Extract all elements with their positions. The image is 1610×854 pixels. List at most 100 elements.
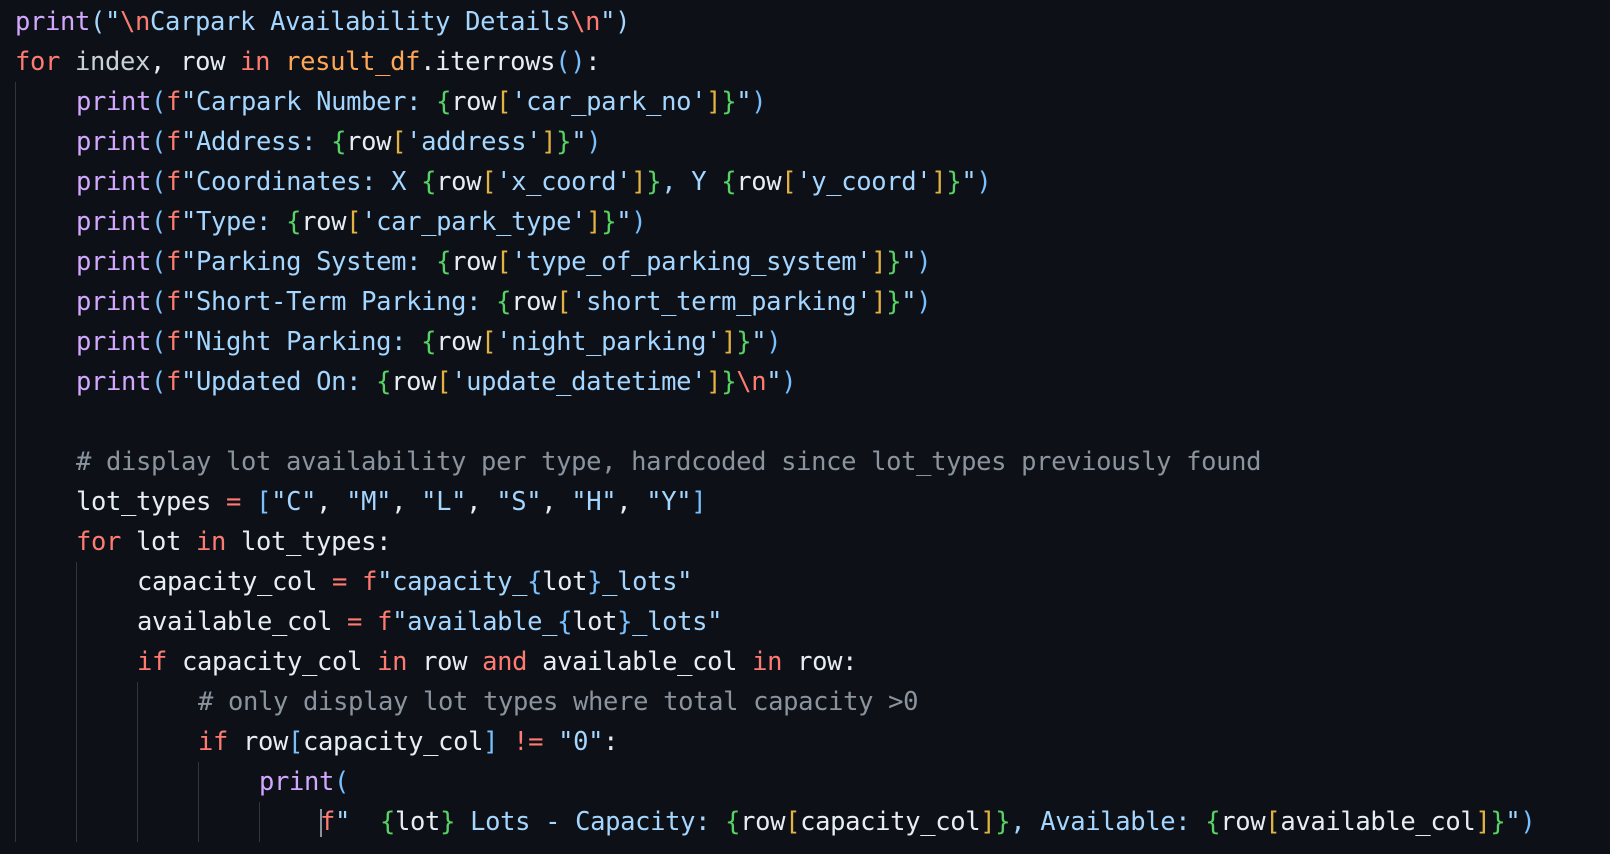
code-token: print [76, 167, 152, 197]
code-line[interactable]: for lot in lot_types: [15, 522, 1610, 562]
code-token: " [751, 327, 767, 357]
code-line[interactable]: lot_types = ["C", "M", "L", "S", "H", "Y… [15, 482, 1610, 522]
code-token: } [736, 327, 752, 357]
code-token: } [721, 87, 737, 117]
code-token: f [166, 207, 182, 237]
code-line[interactable]: print(f"Night Parking: {row['night_parki… [15, 322, 1610, 362]
indent-guide [15, 442, 16, 482]
code-token: ( [151, 87, 167, 117]
code-token: 'y_coord' [796, 167, 932, 197]
code-token: lot_types: [226, 527, 392, 557]
code-line[interactable]: f" {lot} Lots - Capacity: {row[capacity_… [15, 802, 1610, 842]
code-token: row [451, 87, 497, 117]
code-content: print(f"Address: {row['address']}") [76, 127, 602, 157]
code-token: [ [346, 207, 362, 237]
code-token: f [166, 327, 182, 357]
code-token: print [76, 127, 152, 157]
code-token: ] [1475, 807, 1491, 837]
indent-guide [137, 722, 138, 762]
code-token: { [436, 87, 452, 117]
code-token: row [511, 287, 557, 317]
code-line[interactable]: print(f"Parking System: {row['type_of_pa… [15, 242, 1610, 282]
code-token: , [541, 487, 572, 517]
indent-guide [15, 522, 16, 562]
code-token: ) [916, 287, 932, 317]
code-token: ") [600, 7, 631, 37]
code-token: 'car_park_no' [511, 87, 707, 117]
code-token: ] [721, 327, 737, 357]
code-token: } [556, 127, 572, 157]
code-token: ( [151, 167, 167, 197]
code-content: lot_types = ["C", "M", "L", "S", "H", "Y… [76, 487, 707, 517]
code-token: , Y [661, 167, 722, 197]
code-token: "capacity_ [377, 567, 528, 597]
code-token: = [226, 487, 242, 517]
code-token: row [346, 127, 392, 157]
code-line[interactable]: print(f"Short-Term Parking: {row['short_… [15, 282, 1610, 322]
code-line[interactable]: available_col = f"available_{lot}_lots" [15, 602, 1610, 642]
code-line[interactable]: print(f"Type: {row['car_park_type']}") [15, 202, 1610, 242]
code-token: [ [481, 167, 497, 197]
code-line[interactable]: print(f"Coordinates: X {row['x_coord']},… [15, 162, 1610, 202]
code-token: [ [781, 167, 797, 197]
code-editor[interactable]: print("\nCarpark Availability Details\n"… [0, 0, 1610, 854]
code-token: "M" [346, 487, 392, 517]
code-line[interactable]: # display lot availability per type, har… [15, 442, 1610, 482]
code-token: "Coordinates: X [181, 167, 422, 197]
code-token: "Y" [646, 487, 692, 517]
code-line[interactable] [15, 402, 1610, 442]
code-token: ( [151, 127, 167, 157]
code-token: "Carpark Number: [181, 87, 437, 117]
code-token: f [362, 567, 378, 597]
code-token: 'night_parking' [496, 327, 722, 357]
code-token: ] [586, 207, 602, 237]
code-token: print [15, 7, 91, 37]
code-token: " [901, 287, 917, 317]
indent-guide [15, 562, 16, 602]
code-token: } [1490, 807, 1506, 837]
code-token: = [347, 607, 363, 637]
indent-guide [137, 802, 138, 842]
code-line[interactable]: print(f"Updated On: {row['update_datetim… [15, 362, 1610, 402]
code-line[interactable]: print(f"Address: {row['address']}") [15, 122, 1610, 162]
code-content: f" {lot} Lots - Capacity: {row[capacity_… [320, 807, 1536, 837]
code-content: # only display lot types where total cap… [198, 687, 918, 717]
indent-guide [15, 602, 16, 642]
code-line[interactable]: # only display lot types where total cap… [15, 682, 1610, 722]
code-token: in [240, 47, 271, 77]
code-token: Lots - Capacity: [455, 807, 726, 837]
code-line[interactable]: if row[capacity_col] != "0": [15, 722, 1610, 762]
code-line[interactable]: if capacity_col in row and available_col… [15, 642, 1610, 682]
code-token: 'address' [406, 127, 542, 157]
code-token: lot_types [76, 487, 212, 517]
code-token: for [76, 527, 122, 557]
code-token: row [436, 327, 482, 357]
code-line[interactable]: print(f"Carpark Number: {row['car_park_n… [15, 82, 1610, 122]
code-line[interactable]: print("\nCarpark Availability Details\n"… [15, 2, 1610, 42]
code-token: { [421, 167, 437, 197]
indent-guide [15, 682, 16, 722]
code-token: print [76, 247, 152, 277]
code-token: " [766, 367, 782, 397]
code-line[interactable]: print( [15, 762, 1610, 802]
code-token: [ [436, 367, 452, 397]
code-line[interactable]: for index, row in result_df.iterrows(): [15, 42, 1610, 82]
code-token: { [421, 327, 437, 357]
indent-guide [15, 122, 16, 162]
code-token: ] [871, 287, 887, 317]
code-token: f [377, 607, 393, 637]
code-token: ( [334, 767, 350, 797]
indent-guide [15, 202, 16, 242]
indent-guide [15, 242, 16, 282]
code-token: f [166, 127, 182, 157]
indent-guide [15, 642, 16, 682]
code-token: { [721, 167, 737, 197]
code-token: { [496, 287, 512, 317]
indent-guide [15, 322, 16, 362]
code-token: "available_ [392, 607, 558, 637]
code-line[interactable]: capacity_col = f"capacity_{lot}_lots" [15, 562, 1610, 602]
code-token: ( [151, 287, 167, 317]
code-token: , Available: [1010, 807, 1206, 837]
code-token: index [75, 47, 151, 77]
code-token: ] [541, 127, 557, 157]
